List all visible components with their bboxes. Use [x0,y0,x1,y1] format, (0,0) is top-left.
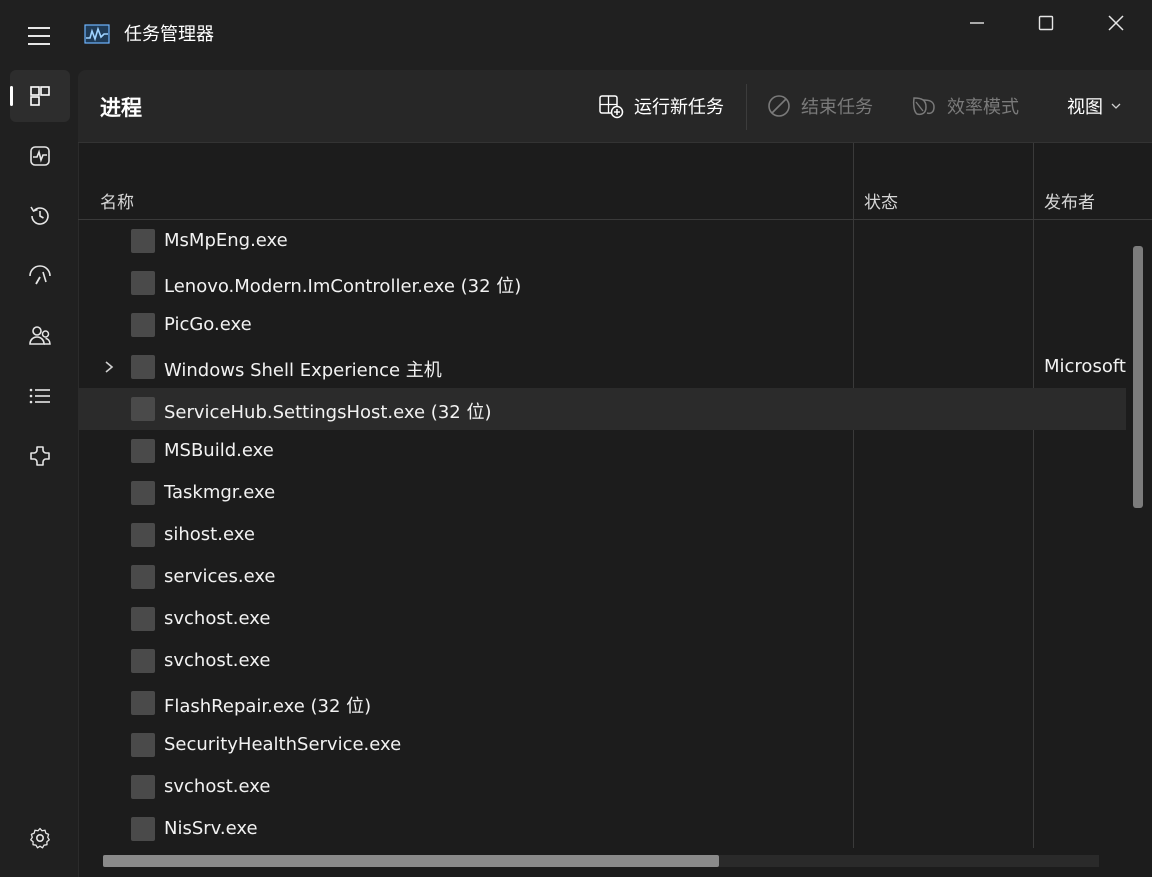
process-name: svchost.exe [164,608,271,629]
process-icon [131,817,155,841]
process-icon [131,397,155,421]
prohibited-icon [768,95,790,117]
table-row[interactable]: Taskmgr.exe [78,472,1126,514]
services-icon [30,446,50,466]
end-task-label: 结束任务 [801,97,873,118]
horizontal-scrollbar[interactable] [103,855,719,867]
nav-services[interactable] [10,430,70,482]
vertical-scrollbar[interactable] [1133,246,1143,508]
run-new-task-button[interactable]: 运行新任务 [598,86,724,126]
process-name: services.exe [164,566,276,587]
table-row[interactable]: PicGo.exe [78,304,1126,346]
column-header-status[interactable]: 状态 [864,188,898,213]
nav-startup-apps[interactable] [10,250,70,302]
process-icon [131,355,155,379]
efficiency-mode-button[interactable]: 效率模式 [911,86,1019,126]
performance-icon [30,146,50,166]
table-row[interactable]: svchost.exe [78,640,1126,682]
hamburger-line [28,43,50,45]
leaf-icon [912,97,935,116]
table-row[interactable]: MSBuild.exe [78,430,1126,472]
table-row[interactable]: sihost.exe [78,514,1126,556]
table-row[interactable]: services.exe [78,556,1126,598]
nav-active-indicator [10,86,13,106]
process-name: NisSrv.exe [164,818,258,839]
chevron-down-icon [1111,103,1121,109]
run-new-task-icon [599,95,624,119]
close-button[interactable] [1081,4,1151,42]
table-row[interactable]: Lenovo.Modern.ImController.exe (32 位) [78,262,1126,304]
table-row[interactable]: Windows Shell Experience 主机 Microsoft [78,346,1126,388]
users-icon [29,326,51,345]
nav-performance[interactable] [10,130,70,182]
hamburger-line [28,27,50,29]
table-row[interactable]: svchost.exe [78,598,1126,640]
table-row[interactable]: ServiceHub.SettingsHost.exe (32 位) [78,388,1126,430]
process-icon [131,565,155,589]
minimize-icon [970,22,984,24]
settings-icon [30,827,50,849]
close-icon [1108,15,1124,31]
details-icon [29,388,50,404]
process-name: svchost.exe [164,776,271,797]
table-row[interactable]: SecurityHealthService.exe [78,724,1126,766]
process-icon [131,439,155,463]
hamburger-line [28,35,50,37]
column-header-name[interactable]: 名称 [100,188,134,213]
process-name: PicGo.exe [164,314,252,335]
maximize-button[interactable] [1011,4,1081,42]
process-icon [131,733,155,757]
process-name: sihost.exe [164,524,255,545]
process-name: ServiceHub.SettingsHost.exe (32 位) [164,402,492,423]
process-name: MsMpEng.exe [164,230,288,251]
column-header-publisher[interactable]: 发布者 [1044,188,1095,213]
startup-icon [29,265,51,285]
process-name: Lenovo.Modern.ImController.exe (32 位) [164,276,522,297]
history-icon [30,206,49,225]
process-icon [131,313,155,337]
process-name: MSBuild.exe [164,440,274,461]
task-manager-app-icon [84,22,110,46]
end-task-button[interactable]: 结束任务 [767,86,873,126]
page-title: 进程 [100,96,142,120]
process-icon [131,691,155,715]
nav-settings[interactable] [10,812,70,864]
table-row[interactable]: NisSrv.exe [78,808,1126,850]
process-icon [131,523,155,547]
chevron-right-icon[interactable] [100,358,118,376]
process-icon [131,775,155,799]
process-publisher: Microsoft [1044,356,1126,377]
table-row[interactable]: MsMpEng.exe [78,220,1126,262]
efficiency-mode-label: 效率模式 [947,97,1019,118]
process-name: FlashRepair.exe (32 位) [164,696,372,717]
nav-app-history[interactable] [10,190,70,242]
minimize-button[interactable] [942,4,1012,42]
process-icon [131,481,155,505]
run-new-task-label: 运行新任务 [634,97,724,118]
maximize-icon [1038,15,1054,31]
process-name: svchost.exe [164,650,271,671]
process-name: SecurityHealthService.exe [164,734,402,755]
process-icon [131,271,155,295]
view-dropdown[interactable]: 视图 [1067,86,1121,126]
process-name: Taskmgr.exe [164,482,276,503]
nav-users[interactable] [10,310,70,362]
process-icon [131,607,155,631]
hamburger-menu-button[interactable] [22,22,56,50]
table-row[interactable]: svchost.exe [78,766,1126,808]
table-row[interactable]: FlashRepair.exe (32 位) [78,682,1126,724]
nav-processes[interactable] [10,70,70,122]
window-title: 任务管理器 [124,24,214,45]
process-icon [131,649,155,673]
view-label: 视图 [1067,97,1103,118]
process-icon [131,229,155,253]
toolbar-divider [746,84,747,130]
processes-icon [30,86,50,106]
process-name: Windows Shell Experience 主机 [164,360,442,381]
nav-details[interactable] [10,370,70,422]
